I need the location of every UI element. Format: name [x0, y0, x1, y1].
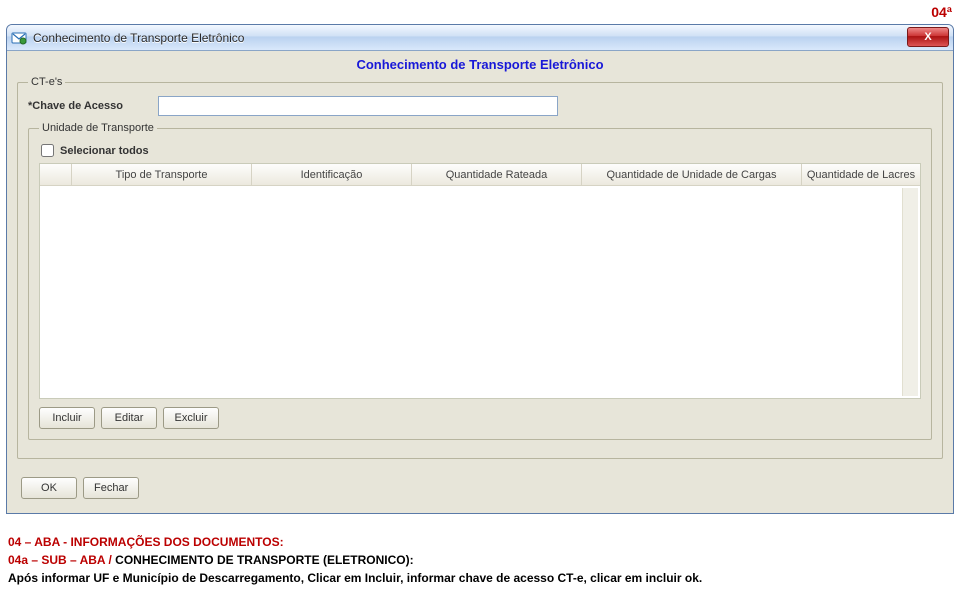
ok-button[interactable]: OK — [21, 477, 77, 499]
col-checkbox[interactable] — [40, 164, 72, 185]
fieldset-button-row: Incluir Editar Excluir — [39, 407, 921, 429]
grid-header: Tipo de Transporte Identificação Quantid… — [40, 164, 920, 186]
inner-title: Conhecimento de Transporte Eletrônico — [17, 57, 943, 72]
scrollbar-vertical[interactable] — [902, 188, 918, 396]
fechar-button[interactable]: Fechar — [83, 477, 139, 499]
legend-unidade: Unidade de Transporte — [39, 122, 157, 134]
grid-unidade-transporte[interactable]: Tipo de Transporte Identificação Quantid… — [39, 163, 921, 399]
editar-button[interactable]: Editar — [101, 407, 157, 429]
app-icon — [11, 30, 27, 46]
input-chave-acesso[interactable] — [158, 96, 558, 116]
label-selecionar-todos: Selecionar todos — [60, 145, 149, 157]
row-selecionar-todos: Selecionar todos — [41, 144, 921, 157]
row-chave: *Chave de Acesso — [28, 96, 932, 116]
legend-ctes: CT-e's — [28, 76, 65, 88]
col-quantidade-lacres[interactable]: Quantidade de Lacres — [802, 164, 920, 185]
excluir-button[interactable]: Excluir — [163, 407, 219, 429]
col-identificacao[interactable]: Identificação — [252, 164, 412, 185]
fieldset-unidade: Unidade de Transporte Selecionar todos T… — [28, 122, 932, 440]
titlebar: Conhecimento de Transporte Eletrônico X — [7, 25, 953, 51]
label-chave-acesso: *Chave de Acesso — [28, 100, 158, 112]
close-button[interactable]: X — [907, 27, 949, 47]
checkbox-selecionar-todos[interactable] — [41, 144, 54, 157]
col-tipo-transporte[interactable]: Tipo de Transporte — [72, 164, 252, 185]
window-body: Conhecimento de Transporte Eletrônico CT… — [7, 51, 953, 513]
col-quantidade-rateada[interactable]: Quantidade Rateada — [412, 164, 582, 185]
page-marker: 04ª — [931, 4, 952, 20]
window-title: Conhecimento de Transporte Eletrônico — [33, 31, 244, 45]
note-heading-2a: 04a – SUB – ABA / — [8, 553, 115, 567]
dialog-window: Conhecimento de Transporte Eletrônico X … — [6, 24, 954, 514]
col-quantidade-unidade-cargas[interactable]: Quantidade de Unidade de Cargas — [582, 164, 802, 185]
fieldset-ctes: CT-e's *Chave de Acesso Unidade de Trans… — [17, 76, 943, 459]
dialog-bottom-buttons: OK Fechar — [17, 477, 943, 503]
note-heading-1: 04 – ABA - INFORMAÇÕES DOS DOCUMENTOS: — [8, 535, 284, 549]
note-heading-2b: CONHECIMENTO DE TRANSPORTE (ELETRONICO): — [115, 553, 413, 567]
note-body: Após informar UF e Município de Descarre… — [8, 571, 702, 585]
incluir-button[interactable]: Incluir — [39, 407, 95, 429]
close-icon: X — [924, 31, 931, 43]
document-notes: 04 – ABA - INFORMAÇÕES DOS DOCUMENTOS: 0… — [8, 535, 952, 589]
